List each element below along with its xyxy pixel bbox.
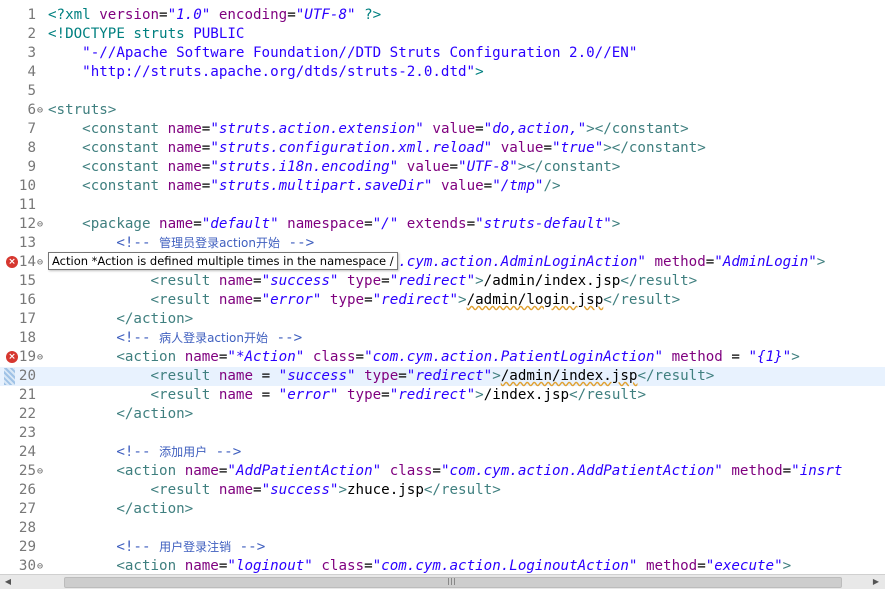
code-text[interactable]: <result name="success">zhuce.jsp</result… (48, 481, 501, 500)
code-text[interactable]: <!-- 管理员登录action开始 --> (48, 234, 314, 253)
code-line[interactable]: 24 <!-- 添加用户 --> (0, 443, 885, 462)
code-line[interactable]: 30 ⊖ <action name="loginout" class="com.c… (0, 557, 885, 574)
code-text[interactable]: <constant name="struts.configuration.xml… (48, 139, 706, 158)
line-number: 2 (27, 26, 36, 42)
line-number: 26 (18, 482, 36, 498)
code-text[interactable]: <result name = "error" type="redirect">/… (48, 386, 646, 405)
code-line[interactable]: 8 <constant name="struts.configuration.x… (0, 139, 885, 158)
code-line[interactable]: 12 ⊖ <package name="default" namespace="/… (0, 215, 885, 234)
line-number: 29 (18, 539, 36, 555)
scrollbar-grip (448, 578, 456, 585)
line-number: 10 (18, 178, 36, 194)
code-text[interactable]: <constant name="struts.i18n.encoding" va… (48, 158, 620, 177)
code-line[interactable]: 11 (0, 196, 885, 215)
code-line[interactable]: 10 <constant name="struts.multipart.save… (0, 177, 885, 196)
code-line[interactable]: 18 <!-- 病人登录action开始 --> (0, 329, 885, 348)
collapse-icon[interactable]: ⊖ (37, 462, 46, 481)
code-line[interactable]: 4 "http://struts.apache.org/dtds/struts-… (0, 63, 885, 82)
code-line[interactable]: 28 (0, 519, 885, 538)
line-number: 6 (27, 102, 36, 118)
code-line[interactable]: 29 <!-- 用户登录注销 --> (0, 538, 885, 557)
line-number: 30 (18, 558, 36, 574)
collapse-icon[interactable]: ⊖ (37, 557, 46, 574)
code-line[interactable]: 6 ⊖ <struts> (0, 101, 885, 120)
code-text[interactable]: "-//Apache Software Foundation//DTD Stru… (48, 44, 637, 63)
line-number: 17 (18, 311, 36, 327)
code-text[interactable]: <!-- 添加用户 --> (48, 443, 241, 462)
line-number: 22 (18, 406, 36, 422)
line-number: 21 (18, 387, 36, 403)
xml-editor[interactable]: 1 <?xml version="1.0" encoding="UTF-8" ?>… (0, 0, 885, 574)
line-number: 25 (18, 463, 36, 479)
code-line[interactable]: 21 <result name = "error" type="redirect… (0, 386, 885, 405)
horizontal-scrollbar[interactable]: ◀ ▶ (0, 574, 885, 589)
code-line[interactable]: 19 × ⊖ <action name="*Action" class="com.c… (0, 348, 885, 367)
collapse-icon[interactable]: ⊖ (37, 101, 46, 120)
line-number: 12 (18, 216, 36, 232)
code-line[interactable]: 23 (0, 424, 885, 443)
code-line[interactable]: 5 (0, 82, 885, 101)
code-text[interactable]: <result name = "success" type="redirect"… (48, 367, 715, 386)
error-x-icon[interactable]: × (6, 256, 18, 268)
code-line[interactable]: 13 <!-- 管理员登录action开始 --> (0, 234, 885, 253)
code-text[interactable]: <action name="loginout" class="com.cym.a… (48, 557, 791, 574)
code-line[interactable]: 17 </action> (0, 310, 885, 329)
error-x-icon[interactable]: × (6, 351, 18, 363)
code-line[interactable]: 2 <!DOCTYPE struts PUBLIC (0, 25, 885, 44)
code-line[interactable]: 16 <result name="error" type="redirect">… (0, 291, 885, 310)
code-line[interactable]: 7 <constant name="struts.action.extensio… (0, 120, 885, 139)
line-number: 4 (27, 64, 36, 80)
code-text[interactable]: </action> (48, 500, 193, 519)
line-number: 15 (18, 273, 36, 289)
line-number: 28 (18, 520, 36, 536)
line-number: 24 (18, 444, 36, 460)
line-number: 5 (27, 83, 36, 99)
collapse-icon[interactable]: ⊖ (37, 348, 46, 367)
line-number: 16 (18, 292, 36, 308)
code-line[interactable]: 25 ⊖ <action name="AddPatientAction" clas… (0, 462, 885, 481)
scroll-right-icon[interactable]: ▶ (870, 576, 882, 588)
code-line[interactable]: 15 <result name="success" type="redirect… (0, 272, 885, 291)
line-number: 8 (27, 140, 36, 156)
code-text[interactable]: <action name="AddPatientAction" class="c… (48, 462, 842, 481)
code-text[interactable]: "http://struts.apache.org/dtds/struts-2.… (48, 63, 483, 82)
error-tooltip: Action *Action is defined multiple times… (48, 252, 398, 270)
code-line[interactable]: 27 </action> (0, 500, 885, 519)
code-line[interactable]: 20 <result name = "success" type="redire… (0, 367, 885, 386)
code-text[interactable]: <!-- 用户登录注销 --> (48, 538, 265, 557)
line-number: 11 (18, 197, 36, 213)
line-number: 9 (27, 159, 36, 175)
collapse-icon[interactable]: ⊖ (37, 253, 46, 272)
code-text[interactable]: <!-- 病人登录action开始 --> (48, 329, 302, 348)
line-number: 1 (27, 7, 36, 23)
code-text[interactable]: <result name="error" type="redirect">/ad… (48, 291, 681, 310)
code-text[interactable]: <struts> (48, 101, 116, 120)
line-number: 18 (18, 330, 36, 346)
line-number: 27 (18, 501, 36, 517)
code-text[interactable]: </action> (48, 310, 193, 329)
code-line[interactable]: 22 </action> (0, 405, 885, 424)
code-text[interactable]: <?xml version="1.0" encoding="UTF-8" ?> (48, 6, 381, 25)
code-line[interactable]: 9 <constant name="struts.i18n.encoding" … (0, 158, 885, 177)
code-line[interactable]: 1 <?xml version="1.0" encoding="UTF-8" ?> (0, 6, 885, 25)
code-line[interactable]: 3 "-//Apache Software Foundation//DTD St… (0, 44, 885, 63)
code-text[interactable]: <action name="*Action" class="com.cym.ac… (48, 348, 799, 367)
line-number: 3 (27, 45, 36, 61)
code-text[interactable]: <constant name="struts.action.extension"… (48, 120, 688, 139)
line-number: 7 (27, 121, 36, 137)
code-text[interactable]: <constant name="struts.multipart.saveDir… (48, 177, 560, 196)
code-text[interactable]: </action> (48, 405, 193, 424)
scroll-left-icon[interactable]: ◀ (2, 576, 14, 588)
code-text[interactable]: <result name="success" type="redirect">/… (48, 272, 698, 291)
line-number: 13 (18, 235, 36, 251)
collapse-icon[interactable]: ⊖ (37, 215, 46, 234)
code-text[interactable]: <!DOCTYPE struts PUBLIC (48, 25, 244, 44)
current-line-marker (4, 368, 15, 385)
code-line[interactable]: 26 <result name="success">zhuce.jsp</res… (0, 481, 885, 500)
line-number: 23 (18, 425, 36, 441)
code-text[interactable]: <package name="default" namespace="/" ex… (48, 215, 620, 234)
